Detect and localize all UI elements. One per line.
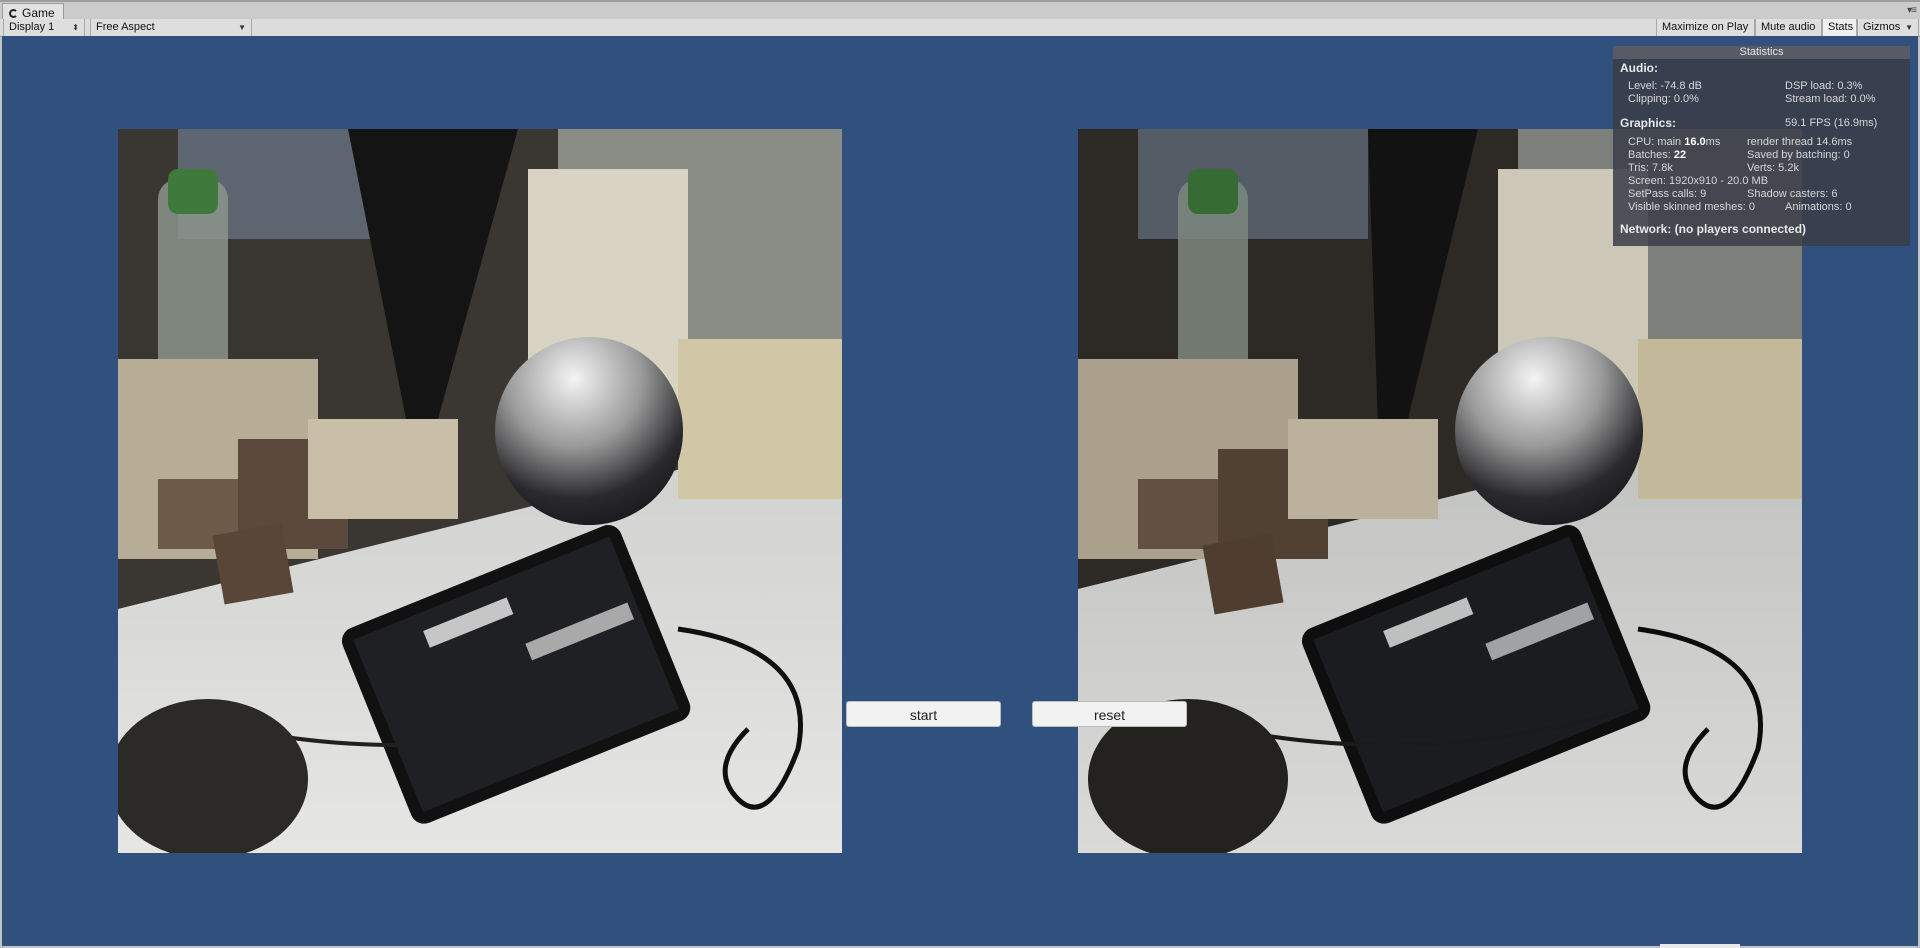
batches-label: Batches: <box>1628 149 1674 161</box>
setpass-calls: SetPass calls: 9 <box>1628 188 1707 200</box>
stats-toggle[interactable]: Stats <box>1822 19 1857 36</box>
statistics-title: Statistics <box>1613 46 1910 59</box>
cpu-label: CPU: main <box>1628 136 1685 148</box>
dsp-load: DSP load: 0.3% <box>1785 80 1863 92</box>
gizmos-label: Gizmos <box>1863 21 1901 33</box>
dropdown-arrow-icon: ▼ <box>1905 23 1913 32</box>
dropdown-arrow-icon: ⬍ <box>72 23 79 32</box>
shadow-casters: Shadow casters: 6 <box>1747 188 1838 200</box>
visible-skinned-meshes: Visible skinned meshes: 0 <box>1628 201 1755 213</box>
animations: Animations: 0 <box>1785 201 1852 213</box>
render-thread: render thread 14.6ms <box>1747 136 1853 148</box>
aspect-dropdown[interactable]: Free Aspect ▼ <box>90 19 252 36</box>
audio-level: Level: -74.8 dB <box>1628 80 1702 92</box>
tab-menu-icon[interactable]: ▾≡ <box>1907 5 1917 16</box>
display-dropdown[interactable]: Display 1 ⬍ <box>3 19 85 36</box>
maximize-on-play-toggle[interactable]: Maximize on Play <box>1656 19 1755 36</box>
game-viewport[interactable]: start reset Statistics Audio: Level: -74… <box>2 36 1918 946</box>
camera-feed-left <box>118 129 842 853</box>
desk-scene-left <box>118 129 842 853</box>
resize-handle[interactable] <box>1660 944 1740 948</box>
gizmos-dropdown[interactable]: Gizmos ▼ <box>1857 19 1919 36</box>
dropdown-arrow-icon: ▼ <box>238 23 246 32</box>
network-status: Network: (no players connected) <box>1620 222 1807 236</box>
saved-by-batching: Saved by batching: 0 <box>1747 149 1850 161</box>
maximize-on-play-label: Maximize on Play <box>1662 21 1749 33</box>
stream-load: Stream load: 0.0% <box>1785 93 1876 105</box>
cpu-main: CPU: main 16.0ms <box>1628 136 1720 149</box>
start-button[interactable]: start <box>846 701 1001 727</box>
cpu-value: 16.0 <box>1684 136 1706 148</box>
batches-value: 22 <box>1673 149 1687 161</box>
graphics-header: Graphics: <box>1620 116 1677 130</box>
display-dropdown-label: Display 1 <box>9 21 55 33</box>
verts: Verts: 5.2k <box>1747 162 1799 174</box>
fps-readout: 59.1 FPS (16.9ms) <box>1785 117 1878 129</box>
screen-info: Screen: 1920x910 - 20.0 MB <box>1628 175 1769 187</box>
editor-tab-bar: Game ▾≡ <box>0 0 1920 22</box>
game-controller-icon <box>9 8 18 18</box>
tris: Tris: 7.8k <box>1628 162 1673 174</box>
audio-header: Audio: <box>1620 61 1658 75</box>
mute-audio-label: Mute audio <box>1761 21 1816 33</box>
reset-button[interactable]: reset <box>1032 701 1187 727</box>
stats-toggle-label: Stats <box>1828 21 1854 33</box>
aspect-dropdown-label: Free Aspect <box>96 21 155 33</box>
statistics-panel: Statistics Audio: Level: -74.8 dB DSP lo… <box>1613 46 1910 246</box>
cpu-unit: ms <box>1705 136 1721 148</box>
mute-audio-toggle[interactable]: Mute audio <box>1755 19 1822 36</box>
audio-clipping: Clipping: 0.0% <box>1628 93 1699 105</box>
game-view-toolbar: Display 1 ⬍ Free Aspect ▼ Maximize on Pl… <box>0 19 1920 37</box>
batches: Batches: 22 <box>1628 149 1686 162</box>
